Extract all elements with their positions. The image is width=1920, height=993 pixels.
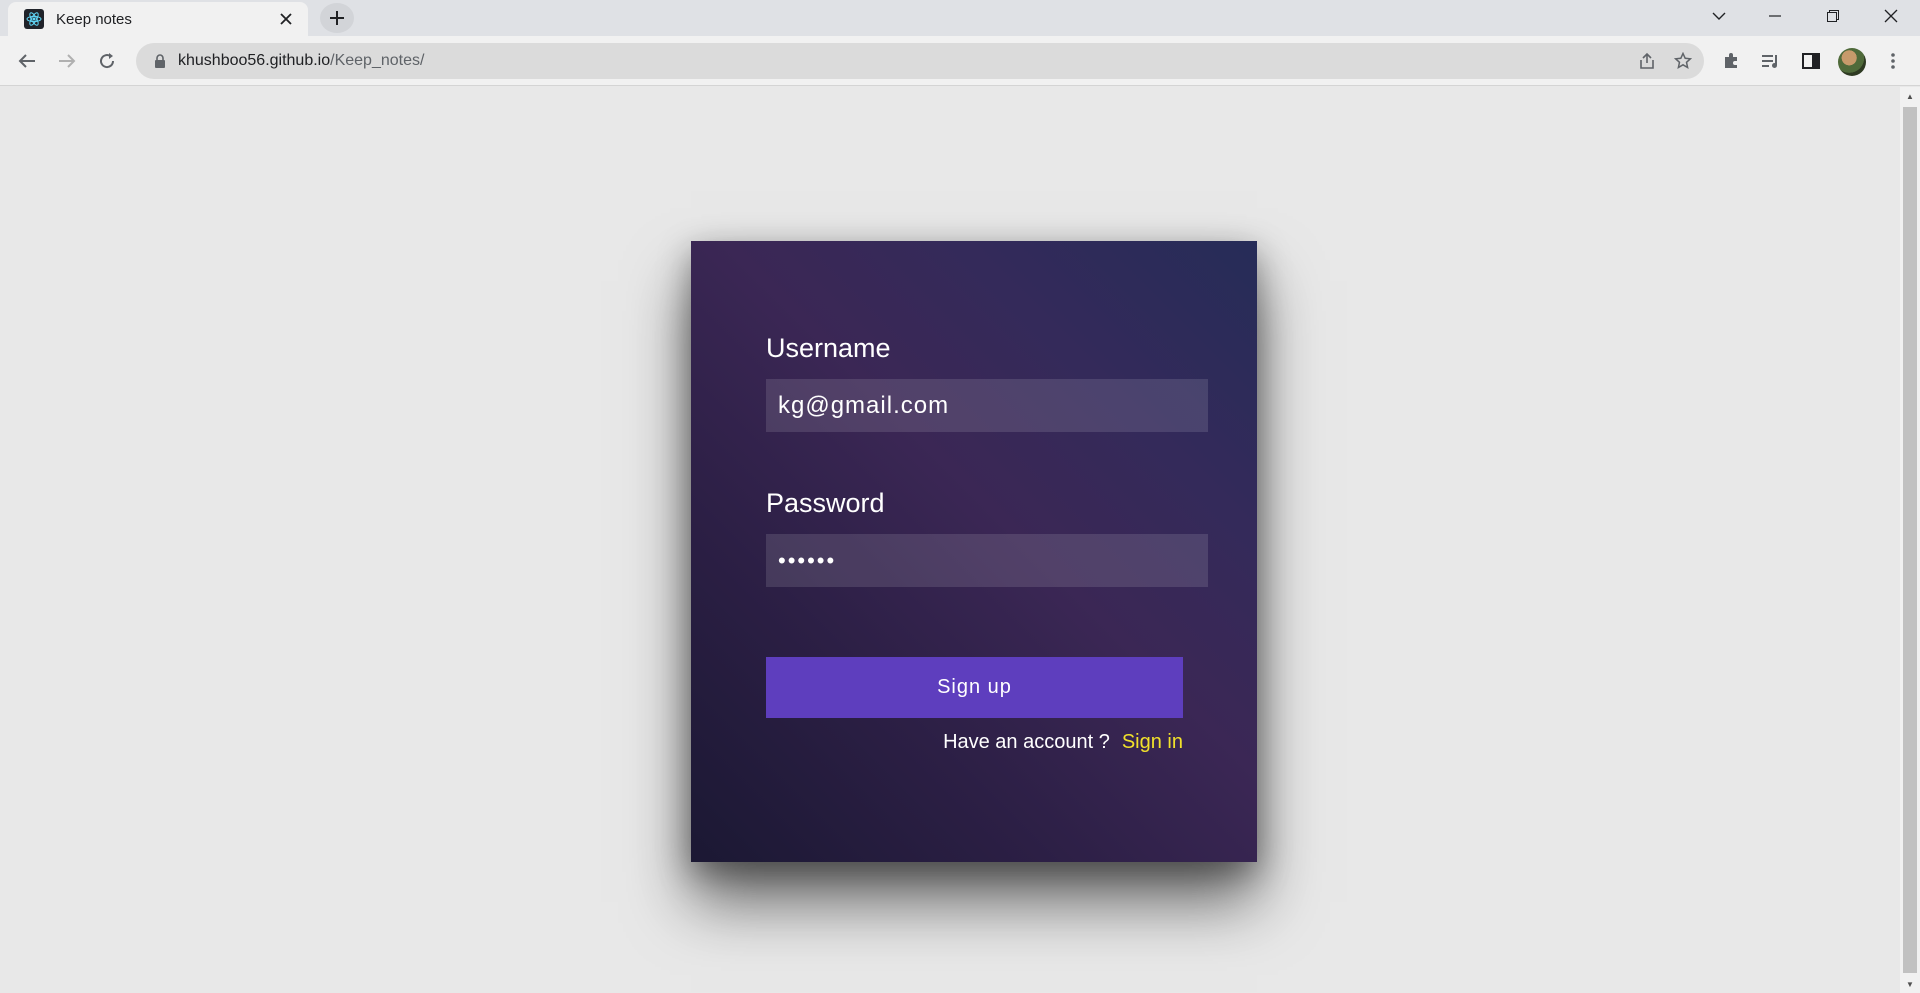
react-favicon-icon [24,9,44,29]
page-viewport: Username Password Sign up Have an accoun… [0,87,1900,993]
close-window-icon[interactable] [1868,0,1914,32]
sign-up-button[interactable]: Sign up [766,657,1183,718]
new-tab-button[interactable] [320,3,354,33]
minimize-icon[interactable] [1752,0,1798,32]
vertical-scrollbar[interactable]: ▲ ▼ [1900,87,1920,993]
tab-strip: Keep notes [0,0,1920,36]
scroll-thumb[interactable] [1903,107,1917,973]
media-queue-icon[interactable] [1756,46,1786,76]
profile-avatar[interactable] [1838,48,1866,76]
back-icon[interactable] [12,46,42,76]
username-input[interactable] [766,379,1208,432]
tab-title: Keep notes [56,10,132,28]
scroll-up-icon[interactable]: ▲ [1905,91,1915,101]
restore-icon[interactable] [1810,0,1856,32]
reload-icon[interactable] [92,46,122,76]
tab-close-icon[interactable] [276,9,296,29]
tab-search-icon[interactable] [1696,0,1742,32]
side-panel-icon[interactable] [1796,46,1826,76]
address-bar[interactable]: khushboo56.github.io/Keep_notes/ [136,43,1704,79]
have-account-text: Have an account ? [943,731,1110,753]
browser-tab[interactable]: Keep notes [8,2,308,36]
signup-card: Username Password Sign up Have an accoun… [691,241,1257,862]
url-text: khushboo56.github.io/Keep_notes/ [178,52,425,69]
password-label: Password [766,488,885,518]
share-icon[interactable] [1632,46,1662,76]
lock-icon[interactable] [152,53,168,69]
browser-toolbar: khushboo56.github.io/Keep_notes/ [0,36,1920,86]
bookmark-star-icon[interactable] [1668,46,1698,76]
extensions-icon[interactable] [1716,46,1746,76]
account-prompt: Have an account ? Sign in [943,731,1183,754]
more-menu-icon[interactable] [1878,46,1908,76]
sign-in-link[interactable]: Sign in [1122,731,1183,754]
username-label: Username [766,333,891,363]
password-input[interactable] [766,534,1208,587]
scroll-down-icon[interactable]: ▼ [1905,979,1915,989]
forward-icon[interactable] [52,46,82,76]
